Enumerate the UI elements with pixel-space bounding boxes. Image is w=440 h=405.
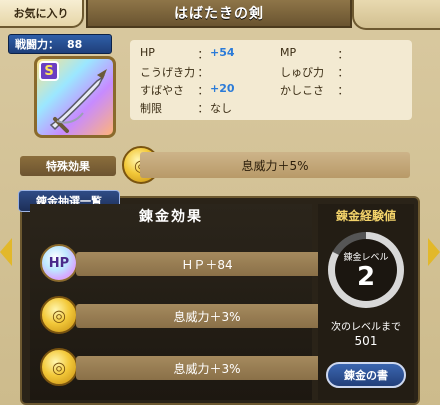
item-title-banner: はばたきの剣 <box>86 0 352 28</box>
special-effect-text: 息威力＋5% <box>241 158 309 173</box>
alchemy-effect-row: 息威力＋3% <box>76 304 338 328</box>
alchemy-effect-row: ＨＰ＋84 <box>76 252 338 276</box>
weapon-icon-box[interactable]: S <box>34 56 116 138</box>
alchemy-exp-panel: 錬金経験値 錬金レベル 2 次のレベルまで 501 錬金の書 <box>318 204 414 400</box>
stat-restriction: 制限 ： なし <box>140 100 232 116</box>
level-ring-inner: 錬金レベル 2 <box>335 239 397 301</box>
top-right-corner <box>352 0 440 30</box>
alchemy-book-label: 錬金の書 <box>344 369 388 382</box>
stat-attack-label: こうげき力 <box>140 66 195 79</box>
favorite-button[interactable]: お気に入り <box>0 0 84 28</box>
alchemy-effect-row: 息威力＋3% <box>76 356 338 380</box>
alchemy-exp-title: 錬金経験値 <box>335 208 396 223</box>
stat-hp: HP ： +54 <box>140 46 235 62</box>
stat-wisdom: かしこさ ： <box>280 82 350 98</box>
stat-restriction-label: 制限 <box>140 102 162 115</box>
favorite-label: お気に入り <box>13 7 69 20</box>
next-level-label: 次のレベルまで <box>331 322 401 333</box>
stat-speed: すばやさ ： +20 <box>140 82 235 98</box>
alchemy-effects-title: 錬金効果 <box>139 209 203 225</box>
stat-restriction-value: なし <box>210 102 232 115</box>
level-progress-ring: 錬金レベル 2 <box>328 232 404 308</box>
stat-attack: こうげき力 ： <box>140 64 210 80</box>
next-level-value: 501 <box>354 334 378 348</box>
stats-panel: HP ： +54 MP ： こうげき力 ： しゅび力 ： すばやさ ： +20 … <box>130 40 412 120</box>
power-value: 88 <box>67 37 83 51</box>
stat-defense: しゅび力 ： <box>280 64 350 80</box>
hp-coin-icon: HP <box>40 244 78 282</box>
power-label: 戦闘力： <box>15 38 59 51</box>
breath-coin-icon: ◎ <box>40 348 78 386</box>
power-badge: 戦闘力： 88 <box>8 34 112 54</box>
sword-icon <box>49 69 107 133</box>
stat-separator: ： <box>337 66 349 79</box>
breath-coin-icon: ◎ <box>40 296 78 334</box>
next-arrow-icon[interactable] <box>428 238 440 266</box>
stat-mp: MP ： <box>280 46 350 62</box>
stat-hp-label: HP <box>140 46 155 59</box>
special-effect-label: 特殊効果 <box>20 156 116 176</box>
previous-arrow-icon[interactable] <box>0 238 12 266</box>
level-number: 2 <box>356 261 376 292</box>
stat-mp-label: MP <box>280 46 297 59</box>
stat-speed-value: +20 <box>210 82 235 95</box>
stat-separator: ： <box>337 84 349 97</box>
stat-separator: ： <box>197 102 209 115</box>
stat-separator: ： <box>197 66 209 79</box>
stat-separator: ： <box>197 48 209 61</box>
stat-hp-value: +54 <box>210 46 235 59</box>
special-effect-bar: 息威力＋5% <box>140 152 410 178</box>
alchemy-effect-text: 息威力＋3% <box>173 309 241 324</box>
stat-separator: ： <box>197 84 209 97</box>
alchemy-effect-text: 息威力＋3% <box>173 361 241 376</box>
stat-wisdom-label: かしこさ <box>280 84 324 97</box>
item-name: はばたきの剣 <box>174 6 264 22</box>
alchemy-effect-text: ＨＰ＋84 <box>181 257 233 272</box>
stat-speed-label: すばやさ <box>140 84 184 97</box>
stat-defense-label: しゅび力 <box>280 66 324 79</box>
screen-frame: お気に入り はばたきの剣 戦闘力： 88 S HP ： +54 MP ： こうげ… <box>0 0 440 405</box>
alchemy-effects-panel: 錬金効果 HP ＨＰ＋84 ◎ 息威力＋3% ◎ 息威力＋3% <box>30 204 338 400</box>
level-label: 錬金レベル <box>343 252 389 263</box>
hp-coin-label: HP <box>48 255 70 271</box>
stat-separator: ： <box>337 48 349 61</box>
alchemy-book-button[interactable]: 錬金の書 <box>326 362 406 388</box>
